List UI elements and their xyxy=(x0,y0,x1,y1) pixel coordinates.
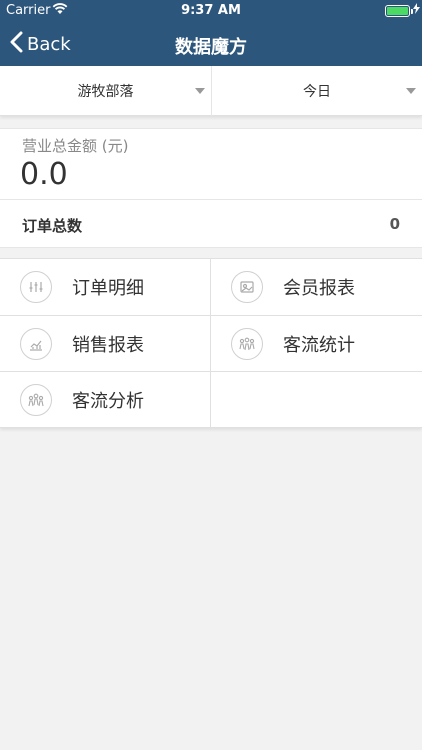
order-detail-icon xyxy=(20,271,52,303)
filter-bar: 游牧部落 今日 xyxy=(0,66,422,116)
battery-icon xyxy=(385,5,410,17)
order-count-label: 订单总数 xyxy=(22,217,83,235)
store-filter-dropdown[interactable]: 游牧部落 xyxy=(0,66,211,116)
menu-empty-cell xyxy=(211,372,422,428)
menu-order-detail-label: 订单明细 xyxy=(72,278,144,299)
menu-traffic-analysis-label: 客流分析 xyxy=(72,391,144,412)
menu-order-detail[interactable]: 订单明细 xyxy=(0,259,210,315)
menu-traffic-stats-label: 客流统计 xyxy=(283,335,355,356)
menu-member-report-label: 会员报表 xyxy=(283,278,355,299)
people-analysis-icon xyxy=(20,384,52,416)
order-count-row: 订单总数 0 xyxy=(0,199,422,249)
nav-bar: Back 数据魔方 xyxy=(0,22,422,66)
period-filter-dropdown[interactable]: 今日 xyxy=(211,66,422,116)
menu-traffic-stats[interactable]: 客流统计 xyxy=(211,316,422,372)
sales-total-label: 营业总金额 (元) xyxy=(22,137,129,155)
status-bar: Carrier 9:37 AM xyxy=(0,0,422,22)
dropdown-caret-icon xyxy=(195,88,205,94)
sales-total-value: 0.0 xyxy=(20,157,68,192)
status-time: 9:37 AM xyxy=(181,3,241,18)
order-count-value: 0 xyxy=(389,215,400,233)
people-group-icon xyxy=(231,328,263,360)
menu-sales-report-label: 销售报表 xyxy=(72,335,144,356)
period-filter-label: 今日 xyxy=(303,84,331,100)
sales-report-icon xyxy=(20,328,52,360)
member-report-icon xyxy=(231,271,263,303)
summary-card: 营业总金额 (元) 0.0 订单总数 0 xyxy=(0,128,422,248)
menu-member-report[interactable]: 会员报表 xyxy=(211,259,422,315)
app-header: Carrier 9:37 AM Back 数据魔方 xyxy=(0,0,422,66)
page-title: 数据魔方 xyxy=(175,37,247,58)
store-filter-label: 游牧部落 xyxy=(77,84,134,100)
dropdown-caret-icon xyxy=(406,88,416,94)
report-menu-grid: 订单明细 会员报表 销售报表 客流统计 客流分析 xyxy=(0,258,422,429)
charging-icon xyxy=(413,3,420,17)
menu-traffic-analysis[interactable]: 客流分析 xyxy=(0,372,210,428)
menu-sales-report[interactable]: 销售报表 xyxy=(0,316,210,372)
